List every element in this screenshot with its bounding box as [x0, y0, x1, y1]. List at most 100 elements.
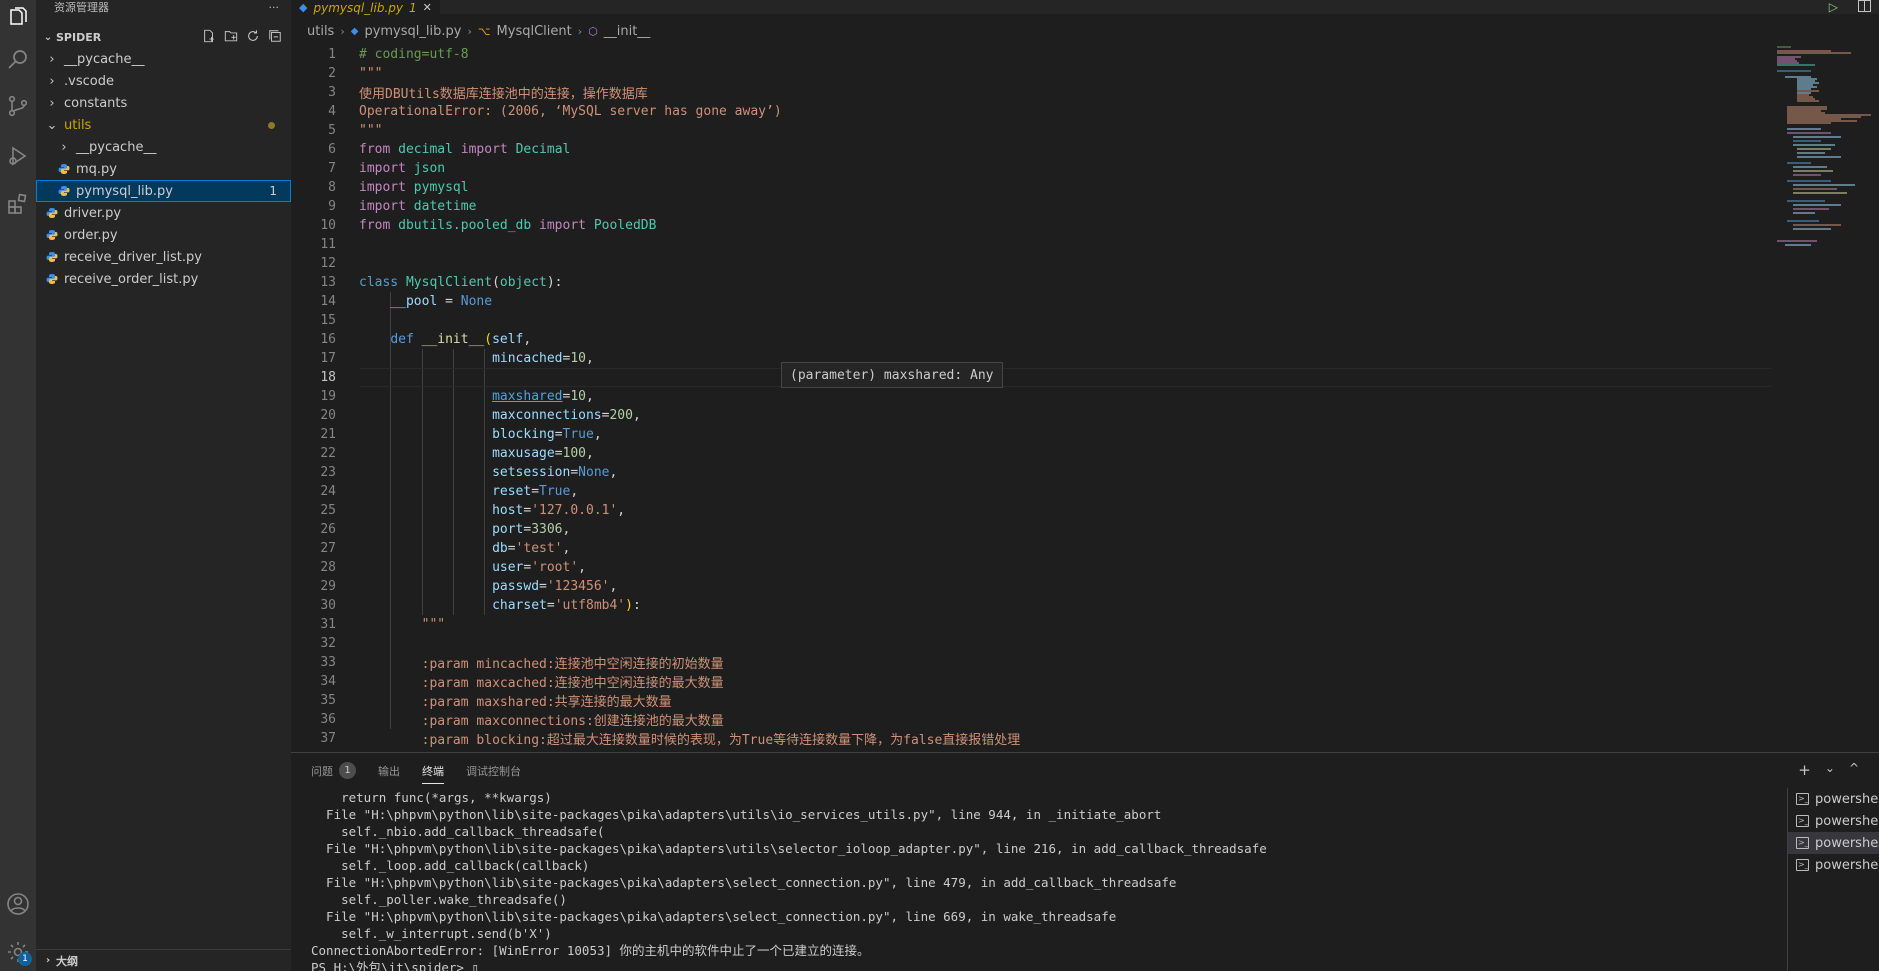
line-number: 23	[320, 465, 336, 480]
code-editor[interactable]: 1 # coding=utf-8 2 """ 3 使用DBUtils数据库连接池中的连接，…	[291, 45, 1771, 752]
code-token: =	[507, 541, 516, 556]
code-token: """	[359, 66, 383, 81]
tree-item[interactable]: pymysql_lib.py 1	[36, 180, 291, 202]
code-token: __init__	[421, 332, 485, 347]
code-text: blocking=True,	[359, 427, 602, 442]
python-file-icon	[56, 161, 72, 177]
panel-tab-label: 终端	[422, 764, 444, 778]
line-number: 26	[320, 522, 336, 537]
tree-item[interactable]: › __pycache__	[36, 136, 291, 158]
line-number: 10	[320, 218, 336, 233]
terminal-icon: >_	[1796, 859, 1809, 871]
code-token: ,	[632, 408, 641, 423]
outline-section[interactable]: › 大纲	[36, 949, 291, 971]
line-number: 35	[320, 693, 336, 708]
code-token: )	[625, 598, 633, 613]
tree-item[interactable]: receive_order_list.py	[36, 268, 291, 290]
code-token: =	[546, 598, 555, 613]
sidebar-more-button[interactable]: ···	[269, 1, 280, 14]
python-file-icon	[44, 249, 60, 265]
code-token: mincached	[492, 351, 563, 366]
run-debug-icon[interactable]	[4, 142, 32, 170]
extensions-icon[interactable]	[4, 190, 32, 218]
terminal-icon: >_	[1796, 815, 1809, 827]
terminal-instance[interactable]: >_ powershell	[1788, 810, 1879, 832]
line-number: 13	[320, 275, 336, 290]
terminal-dropdown-button[interactable]: ⌄	[1825, 761, 1835, 779]
code-text: setsession=None,	[359, 465, 617, 480]
code-token: ,	[617, 503, 626, 518]
code-token: dbutils.pooled_db	[398, 218, 532, 233]
tree-item[interactable]: driver.py	[36, 202, 291, 224]
source-control-icon[interactable]	[4, 92, 32, 120]
panel-tab[interactable]: 问题 1	[311, 753, 356, 788]
tab-pymysql-lib[interactable]: ◆ pymysql_lib.py 1 ✕	[291, 0, 440, 15]
workspace-header[interactable]: ⌄ SPIDER	[36, 26, 291, 48]
breadcrumb-method[interactable]: __init__	[604, 24, 651, 39]
line-number: 19	[320, 389, 336, 404]
new-terminal-button[interactable]: +	[1798, 761, 1811, 779]
code-token: ,	[586, 351, 594, 366]
panel-tab[interactable]: 调试控制台	[466, 753, 521, 788]
code-token: :param maxcached:连接池中空闲连接的最大数量	[421, 676, 724, 691]
panel-tab[interactable]: 输出	[378, 753, 400, 788]
code-line: 21 blocking=True,	[291, 425, 1771, 444]
terminal-instance[interactable]: >_ powershell	[1788, 832, 1879, 854]
minimap[interactable]	[1771, 45, 1879, 752]
tree-item[interactable]: › constants	[36, 92, 291, 114]
code-token: class	[359, 275, 399, 290]
breadcrumb-folder[interactable]: utils	[307, 24, 334, 39]
problem-count-badge: 1	[269, 184, 277, 198]
line-number: 37	[320, 731, 336, 746]
collapse-all-icon[interactable]	[267, 29, 283, 45]
terminal-instance[interactable]: >_ powershell	[1788, 788, 1879, 810]
run-file-icon[interactable]: ▷	[1829, 0, 1838, 14]
tree-item[interactable]: receive_driver_list.py	[36, 246, 291, 268]
tree-item[interactable]: › .vscode	[36, 70, 291, 92]
tree-item[interactable]: order.py	[36, 224, 291, 246]
terminal-instance[interactable]: >_ powershell	[1788, 854, 1879, 876]
editor-area: ◆ pymysql_lib.py 1 ✕ ▷ utils › ◆ pymysql…	[291, 0, 1879, 752]
code-line: 5 """	[291, 121, 1771, 140]
breadcrumb-file[interactable]: pymysql_lib.py	[364, 24, 461, 39]
new-file-icon[interactable]	[201, 29, 217, 45]
code-token: db	[492, 541, 508, 556]
code-line: 37 :param blocking:超过最大连接数量时候的表现，为True等待…	[291, 729, 1771, 748]
maximize-panel-button[interactable]: ^	[1849, 761, 1859, 779]
code-line: 7 import json	[291, 159, 1771, 178]
method-symbol-icon: ⬡	[588, 24, 598, 38]
search-icon[interactable]	[4, 46, 32, 74]
python-file-icon	[44, 271, 60, 287]
tree-item-label: .vscode	[64, 73, 114, 89]
tree-item-label: mq.py	[76, 161, 117, 177]
panel-tab[interactable]: 终端	[422, 753, 444, 788]
tree-item[interactable]: mq.py	[36, 158, 291, 180]
code-token: blocking	[492, 427, 555, 442]
tab-close-icon[interactable]: ✕	[423, 1, 432, 14]
terminal-output[interactable]: return func(*args, **kwargs) File "H:\ph…	[311, 789, 1781, 971]
new-folder-icon[interactable]	[223, 29, 239, 45]
breadcrumb-class[interactable]: MysqlClient	[497, 24, 572, 39]
code-line: 13 class MysqlClient(object):	[291, 273, 1771, 292]
refresh-icon[interactable]	[245, 29, 261, 45]
split-editor-icon[interactable]	[1858, 0, 1871, 15]
account-icon[interactable]	[4, 890, 32, 918]
manage-gear-icon[interactable]: 1	[4, 938, 32, 966]
code-line: 27 db='test',	[291, 539, 1771, 558]
code-line: 3 使用DBUtils数据库连接池中的连接，操作数据库	[291, 83, 1771, 102]
code-text: import pymysql	[359, 180, 469, 195]
code-token: ,	[586, 389, 594, 404]
tree-item-label: utils	[64, 117, 92, 133]
explorer-icon[interactable]	[4, 4, 32, 32]
code-token: decimal	[398, 142, 453, 157]
tree-item[interactable]: › __pycache__	[36, 48, 291, 70]
tree-item[interactable]: ⌄ utils	[36, 114, 291, 136]
breadcrumb: utils › ◆ pymysql_lib.py › ⌥ MysqlClient…	[291, 20, 1879, 42]
